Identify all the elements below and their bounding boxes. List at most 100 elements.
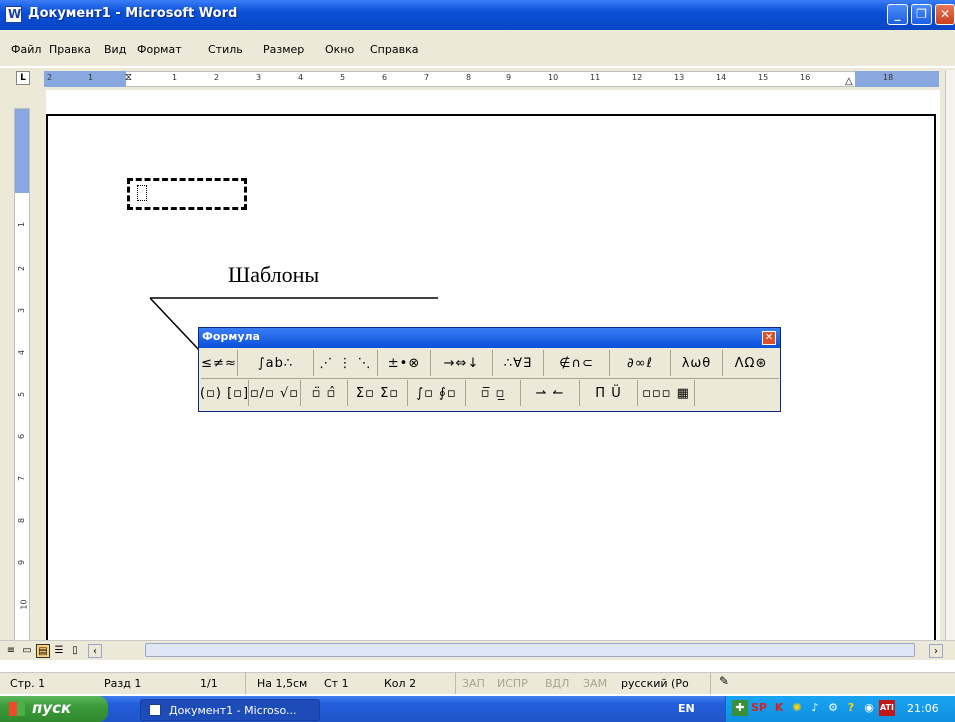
maximize-button[interactable]: ❐ xyxy=(911,4,932,25)
formula-toolbar-title: Формула xyxy=(202,330,260,343)
normal-view-icon[interactable]: ≡ xyxy=(4,644,18,658)
ruler-number: 6 xyxy=(382,73,388,82)
web-view-icon[interactable]: ▭ xyxy=(20,644,34,658)
ruler-number: 8 xyxy=(17,517,27,524)
greek-uppercase-button[interactable]: ΛΩ⊛ xyxy=(723,350,779,376)
formula-toolbar-titlebar[interactable]: Формула ✕ xyxy=(199,328,780,348)
word-doc-icon xyxy=(5,6,22,23)
equation-slot[interactable] xyxy=(137,185,147,201)
tray-radio-icon[interactable]: ◉ xyxy=(861,700,877,716)
ruler-number: 16 xyxy=(800,73,811,82)
menu-edit[interactable]: Правка xyxy=(49,43,91,56)
windows-flag-icon xyxy=(9,702,25,716)
ruler-number: 1 xyxy=(88,73,94,82)
status-language[interactable]: русский (Ро xyxy=(621,677,689,690)
tray-app-icon[interactable]: ✚ xyxy=(732,700,748,716)
status-line: Ст 1 xyxy=(324,677,349,690)
status-pages: 1/1 xyxy=(200,677,218,690)
tab-selector[interactable]: L xyxy=(16,71,30,85)
horizontal-ruler[interactable] xyxy=(0,68,955,90)
scroll-left-icon[interactable]: ‹ xyxy=(88,644,102,658)
toolbar-row-symbols: ≤≠≈ ∫ab∴ ⋰ ⋮ ⋱ ±•⊗ →⇔↓ ∴∀∃ ∉∩⊂ ∂∞ℓ λωθ Λ… xyxy=(201,350,779,379)
subscript-superscript-templates-button[interactable]: ▫̈ ▫̂ xyxy=(301,380,348,406)
integral-templates-button[interactable]: ∫▫ ∮▫ xyxy=(408,380,466,406)
ruler-number: 9 xyxy=(17,559,27,566)
tray-network-icon[interactable]: ✺ xyxy=(789,700,805,716)
misc-symbols-button[interactable]: ∂∞ℓ xyxy=(610,350,671,376)
title-bar: Документ1 - Microsoft Word xyxy=(0,0,955,30)
close-button[interactable]: ✕ xyxy=(935,4,955,25)
tray-volume-icon[interactable]: ♪ xyxy=(807,700,823,716)
scroll-right-icon[interactable]: › xyxy=(929,644,943,658)
ruler-number: 18 xyxy=(883,73,894,82)
menu-size[interactable]: Размер xyxy=(263,43,304,56)
set-theory-symbols-button[interactable]: ∉∩⊂ xyxy=(544,350,610,376)
operator-symbols-button[interactable]: ±•⊗ xyxy=(378,350,431,376)
spelling-status-icon[interactable]: ✎ xyxy=(719,674,735,690)
menu-view[interactable]: Вид xyxy=(104,43,126,56)
ruler-number: 3 xyxy=(256,73,262,82)
status-position: На 1,5см xyxy=(257,677,308,690)
right-indent-marker[interactable]: △ xyxy=(845,76,853,87)
fraction-radical-templates-button[interactable]: ▫/▫ √▫ xyxy=(249,380,301,406)
spaces-ellipses-button[interactable]: ∫ab∴ xyxy=(238,350,314,376)
ruler-number: 11 xyxy=(590,73,601,82)
outline-view-icon[interactable]: ☰ xyxy=(52,644,66,658)
equation-object[interactable] xyxy=(127,178,247,210)
ruler-number: 10 xyxy=(548,73,559,82)
tray-settings-icon[interactable]: ⚙ xyxy=(825,700,841,716)
tray-kaspersky-icon[interactable]: K xyxy=(771,700,787,716)
scroll-thumb[interactable] xyxy=(145,643,915,657)
arrow-symbols-button[interactable]: →⇔↓ xyxy=(431,350,493,376)
ruler-number: 2 xyxy=(47,73,53,82)
status-overtype[interactable]: ЗАМ xyxy=(583,677,607,690)
window-title: Документ1 - Microsoft Word xyxy=(28,6,238,21)
menu-format[interactable]: Формат xyxy=(137,43,182,56)
reading-view-icon[interactable]: ▯ xyxy=(68,644,82,658)
fence-templates-button[interactable]: (▫) [▫] xyxy=(200,380,249,406)
minimize-button[interactable]: _ xyxy=(887,4,908,25)
status-track-changes[interactable]: ИСПР xyxy=(497,677,528,690)
menu-file[interactable]: Файл xyxy=(11,43,41,56)
tray-ati-icon[interactable]: ATI xyxy=(879,700,895,716)
ruler-number: 7 xyxy=(17,475,27,482)
indent-marker[interactable]: ⧖ xyxy=(125,72,132,83)
tray-help-icon[interactable]: ? xyxy=(843,700,859,716)
ruler-number: 2 xyxy=(214,73,220,82)
tray-sp-icon[interactable]: SP xyxy=(751,700,767,716)
ruler-number: 5 xyxy=(340,73,346,82)
ruler-number: 2 xyxy=(17,265,27,272)
ruler-number: 5 xyxy=(17,391,27,398)
menu-style[interactable]: Стиль xyxy=(208,43,243,56)
vertical-scrollbar[interactable] xyxy=(945,70,955,640)
ruler-number: 4 xyxy=(298,73,304,82)
embellishments-button[interactable]: ⋰ ⋮ ⋱ xyxy=(314,350,378,376)
labeled-arrow-templates-button[interactable]: ⇀ ↼ xyxy=(521,380,580,406)
taskbar-item-label: Документ1 - Microso... xyxy=(169,704,297,717)
print-layout-icon[interactable]: ▤ xyxy=(36,644,50,658)
summation-templates-button[interactable]: Σ▫ Σ▫ xyxy=(348,380,408,406)
ruler-number: 13 xyxy=(674,73,685,82)
start-button[interactable]: пуск xyxy=(0,696,108,722)
language-indicator[interactable]: EN xyxy=(678,702,695,715)
menu-help[interactable]: Справка xyxy=(370,43,418,56)
word-doc-icon xyxy=(149,704,161,716)
close-icon[interactable]: ✕ xyxy=(762,331,776,345)
matrix-templates-button[interactable]: ▫▫▫ ▦ xyxy=(638,380,695,406)
status-rec[interactable]: ЗАП xyxy=(462,677,485,690)
status-extend[interactable]: ВДЛ xyxy=(545,677,569,690)
menu-window[interactable]: Окно xyxy=(325,43,354,56)
ruler-number: 12 xyxy=(632,73,643,82)
logical-symbols-button[interactable]: ∴∀∃ xyxy=(493,350,544,376)
taskbar-item-word[interactable]: Документ1 - Microso... xyxy=(140,699,320,721)
status-page: Стр. 1 xyxy=(10,677,46,690)
tray-clock: 21:06 xyxy=(907,702,939,715)
ruler-number: 14 xyxy=(716,73,727,82)
formula-toolbar: Формула ✕ ≤≠≈ ∫ab∴ ⋰ ⋮ ⋱ ±•⊗ →⇔↓ ∴∀∃ ∉∩⊂… xyxy=(198,327,781,412)
relational-symbols-button[interactable]: ≤≠≈ xyxy=(201,350,238,376)
ruler-number: 15 xyxy=(758,73,769,82)
greek-lowercase-button[interactable]: λωθ xyxy=(671,350,723,376)
ruler-number: 4 xyxy=(17,349,27,356)
products-set-theory-templates-button[interactable]: Π̄ Ü xyxy=(580,380,638,406)
underbar-overbar-templates-button[interactable]: ▫̅ ▫̲ xyxy=(466,380,521,406)
